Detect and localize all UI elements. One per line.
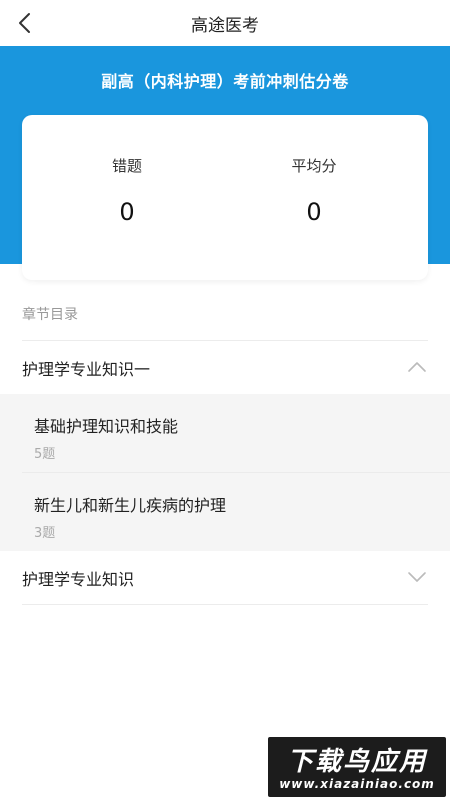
- chapter-catalog-label: 章节目录: [22, 307, 78, 323]
- question-count: 5题: [34, 447, 56, 462]
- chapter-title: 护理学专业知识一: [22, 360, 151, 379]
- exam-title: 副高（内科护理）考前冲刺估分卷: [101, 72, 349, 91]
- chevron-up-icon[interactable]: [407, 359, 427, 373]
- top-nav-bar: 高途医考: [0, 0, 450, 46]
- chapter-1-sections: 基础护理知识和技能 5题 新生儿和新生儿疾病的护理 3题: [0, 394, 450, 551]
- chapter-row-2[interactable]: 护理学专业知识: [0, 552, 450, 602]
- wrong-questions-stat[interactable]: 错题 0: [67, 155, 187, 226]
- back-icon[interactable]: [14, 11, 38, 35]
- question-count: 3题: [34, 526, 56, 541]
- section-title: 基础护理知识和技能: [34, 417, 179, 436]
- watermark-text: 下载鸟应用: [286, 747, 427, 777]
- wrong-questions-value: 0: [119, 198, 135, 226]
- section-item-2[interactable]: 新生儿和新生儿疾病的护理 3题: [0, 473, 450, 551]
- wrong-questions-label: 错题: [111, 157, 142, 175]
- watermark-url: www.xiazainiao.com: [279, 777, 435, 791]
- average-score-value: 0: [306, 198, 322, 226]
- section-title: 新生儿和新生儿疾病的护理: [34, 496, 227, 515]
- average-score-stat: 平均分 0: [254, 155, 374, 226]
- section-item-1[interactable]: 基础护理知识和技能 5题: [0, 394, 450, 473]
- average-score-label: 平均分: [291, 157, 337, 175]
- divider: [22, 340, 428, 341]
- page-title: 高途医考: [191, 15, 259, 36]
- chevron-down-icon[interactable]: [407, 569, 427, 583]
- stats-card: 错题 0 平均分 0: [22, 115, 428, 280]
- chapter-title: 护理学专业知识: [22, 570, 135, 589]
- chapter-row-1[interactable]: 护理学专业知识一: [0, 342, 450, 392]
- divider: [22, 604, 428, 605]
- watermark-logo: 下载鸟应用 www.xiazainiao.com: [268, 737, 446, 797]
